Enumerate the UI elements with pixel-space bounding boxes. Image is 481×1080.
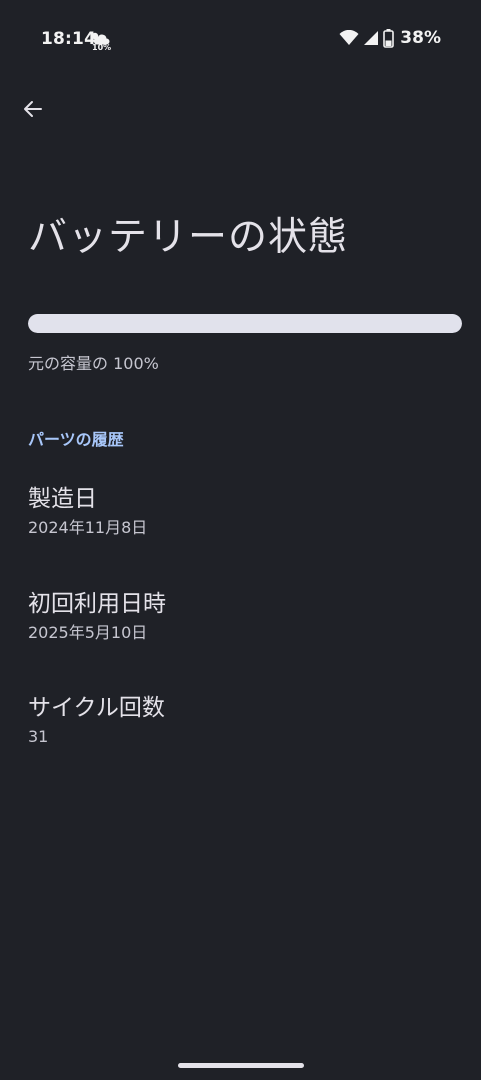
manufacture-date-value: 2024年11月8日 xyxy=(28,518,148,537)
cellular-signal-icon xyxy=(364,31,379,45)
status-icons: 38% xyxy=(339,28,441,48)
capacity-progress-bar xyxy=(28,314,462,333)
battery-icon xyxy=(383,28,395,48)
manufacture-date-title: 製造日 xyxy=(28,486,97,512)
cycle-count-title: サイクル回数 xyxy=(28,695,165,721)
battery-percent: 38% xyxy=(400,28,441,48)
first-use-date-title: 初回利用日時 xyxy=(28,591,166,617)
first-use-date-value: 2025年5月10日 xyxy=(28,623,148,642)
capacity-label: 元の容量の 100% xyxy=(28,354,159,373)
page-title: バッテリーの状態 xyxy=(28,215,349,260)
capacity-progress-fill xyxy=(28,314,462,333)
status-bar: 18:14 10% 38% xyxy=(0,0,481,80)
back-button[interactable] xyxy=(16,92,50,126)
precipitation-text: 10% xyxy=(92,43,112,52)
first-use-date-item: 初回利用日時 2025年5月10日 xyxy=(28,589,166,644)
wifi-icon xyxy=(339,30,359,45)
gesture-nav-handle[interactable] xyxy=(178,1063,304,1068)
cycle-count-value: 31 xyxy=(28,727,49,746)
parts-history-header: パーツの履歴 xyxy=(28,430,124,449)
arrow-back-icon xyxy=(24,101,42,117)
manufacture-date-item: 製造日 2024年11月8日 xyxy=(28,484,147,539)
cycle-count-item: サイクル回数 31 xyxy=(28,693,165,748)
